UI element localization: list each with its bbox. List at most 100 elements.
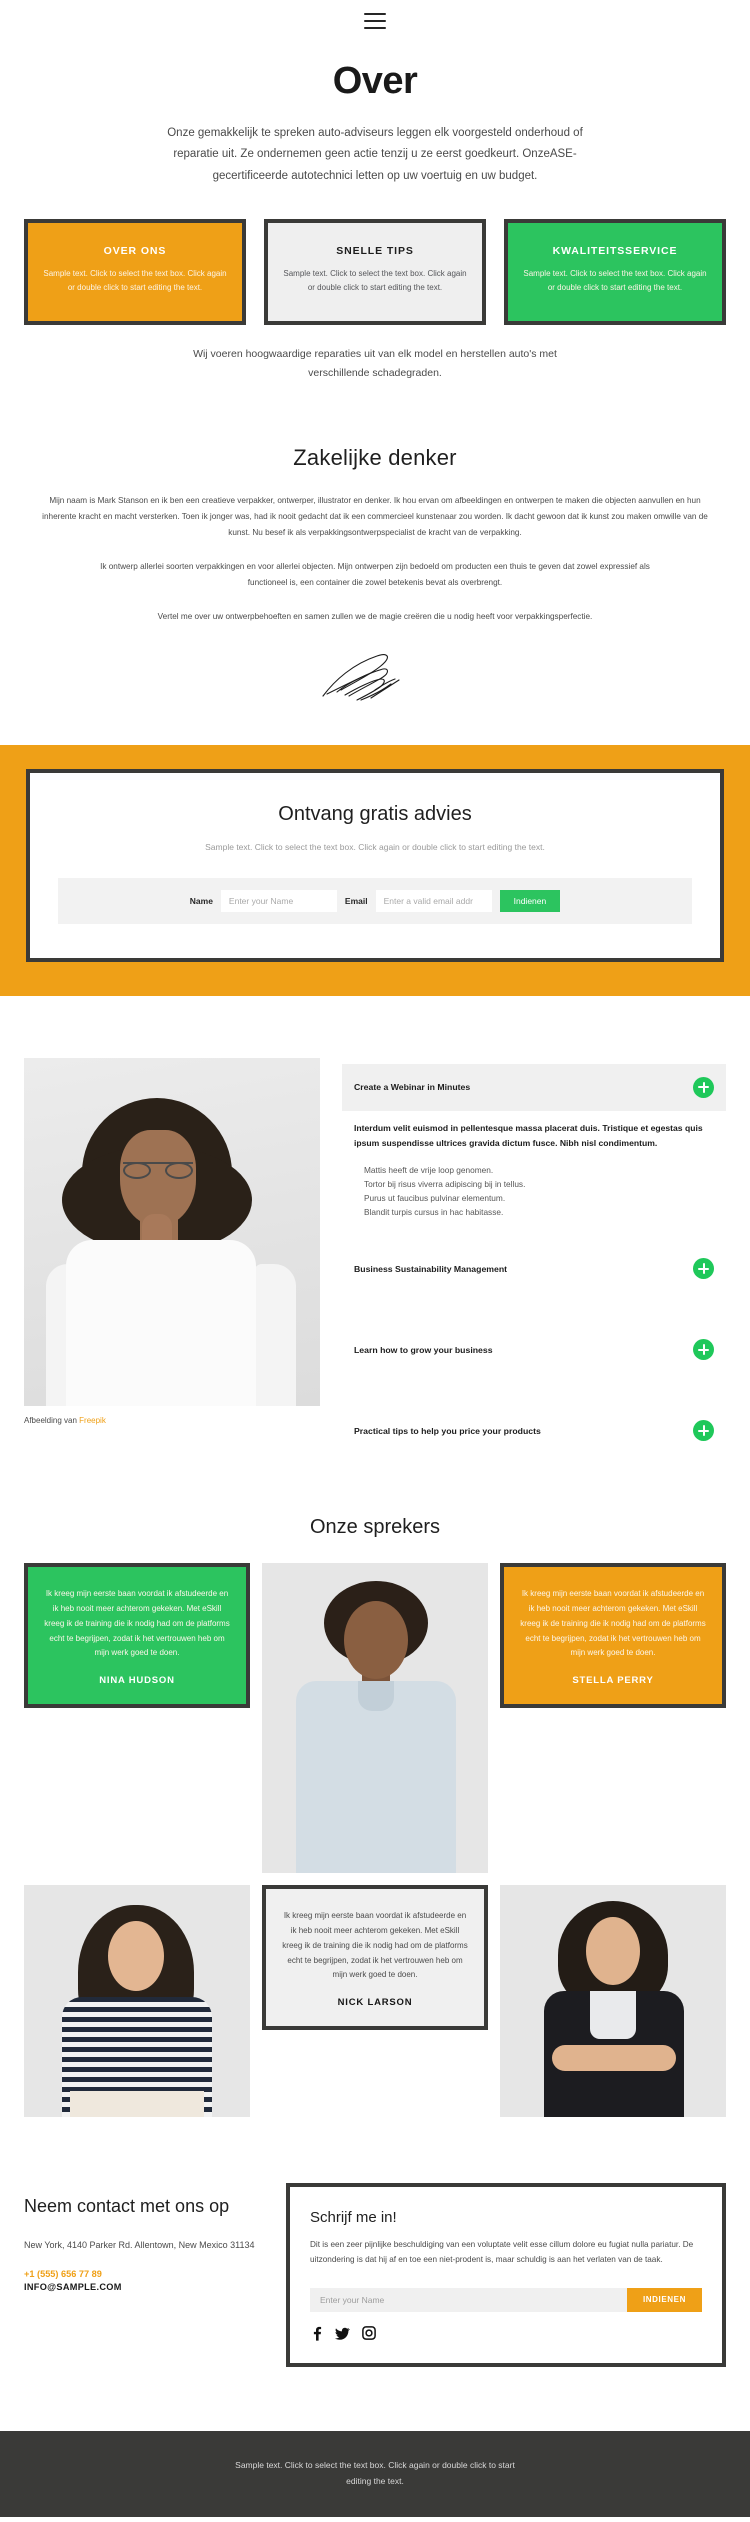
speaker-quote: Ik kreeg mijn eerste baan voordat ik afs… [520,1589,706,1658]
accordion-body-list-item: Mattis heeft de vrije loop genomen. [364,1164,494,1175]
advice-submit-button[interactable]: Indienen [499,889,561,912]
speakers-section: Onze sprekers Ik kreeg mijn eerste baan … [0,1454,750,2118]
subscribe-submit-button[interactable]: INDIENEN [626,2287,702,2312]
feature-card-text: Sample text. Click to select the text bo… [43,268,227,292]
speaker-photo-woman-striped [24,1885,250,2118]
advice-section: Ontvang gratis advies Sample text. Click… [0,745,750,996]
speaker-quote: Ik kreeg mijn eerste baan voordat ik afs… [282,1911,468,1980]
accordion-body-list-item: Tortor bij risus viverra adipiscing bij … [364,1178,526,1189]
twitter-icon[interactable] [335,2326,350,2341]
accordion-item-body: Interdum velit euismod in pellentesque m… [342,1111,726,1245]
footer-text: Sample text. Click to select the text bo… [235,2460,515,2486]
accordion-list: Create a Webinar in Minutes Interdum vel… [342,1058,726,1454]
advice-email-label: Email [344,895,368,906]
accordion-item-title: Business Sustainability Management [354,1263,508,1274]
advice-email-input[interactable] [375,889,492,912]
accordion-section: Afbeelding van Freepik Create a Webinar … [0,996,750,1454]
feature-cards-note: Wij voeren hoogwaardige reparaties uit v… [193,347,557,379]
facebook-icon[interactable] [310,2326,323,2341]
subscribe-text: Dit is een zeer pijnlijke beschuldiging … [310,2240,694,2264]
about-author-paragraph-1: Mijn naam is Mark Stanson en ik ben een … [42,495,708,537]
advice-name-label: Name [189,895,213,906]
feature-card-title: SNELLE TIPS [336,244,414,257]
image-credit: Afbeelding van Freepik [24,1416,320,1425]
photo-arm-right [254,1263,296,1406]
accordion-image-column: Afbeelding van Freepik [24,1057,320,1454]
advice-subtitle: Sample text. Click to select the text bo… [205,842,545,853]
site-footer: Sample text. Click to select the text bo… [0,2430,750,2517]
hero-paragraph: Onze gemakkelijk te spreken auto-adviseu… [167,127,583,182]
feature-card-title: OVER ONS [103,244,167,257]
advice-name-input[interactable] [220,889,337,912]
speaker-card-nina-hudson[interactable]: Ik kreeg mijn eerste baan voordat ik afs… [24,1563,250,1709]
image-credit-link[interactable]: Freepik [79,1416,106,1425]
plus-icon[interactable] [693,1076,714,1098]
subscribe-name-input[interactable] [310,2287,627,2312]
speaker-photo-man [262,1563,488,1874]
accordion-item-sustainability[interactable]: Business Sustainability Management [342,1245,726,1292]
speaker-name: NINA HUDSON [99,1675,175,1687]
advice-form: Name Email Indienen [58,877,692,924]
speakers-grid: Ik kreeg mijn eerste baan voordat ik afs… [0,1563,750,2118]
instagram-icon[interactable] [362,2326,376,2341]
subscribe-title: Schrijf me in! [310,2209,397,2227]
accordion-item-grow-business[interactable]: Learn how to grow your business [342,1326,726,1373]
photo-torso [66,1239,256,1406]
speaker-quote: Ik kreeg mijn eerste baan voordat ik afs… [44,1589,230,1658]
accordion-item-pricing-tips[interactable]: Practical tips to help you price your pr… [342,1407,726,1454]
accordion-body-lead: Interdum velit euismod in pellentesque m… [354,1122,703,1148]
contact-address: New York, 4140 Parker Rd. Allentown, New… [24,2239,255,2250]
hamburger-line [364,20,386,22]
plus-icon[interactable] [693,1339,714,1361]
photo-face [586,1917,640,1986]
social-links [310,2326,702,2341]
feature-card-text: Sample text. Click to select the text bo… [523,268,707,292]
contact-email[interactable]: INFO@SAMPLE.COM [24,2282,264,2292]
speaker-name: NICK LARSON [337,1997,413,2009]
about-author-paragraph-2: Ik ontwerp allerlei soorten verpakkingen… [100,561,650,587]
feature-card-title: KWALITEITSSERVICE [552,244,678,257]
page-root: Over Onze gemakkelijk te spreken auto-ad… [0,0,750,2517]
hamburger-line [364,27,386,29]
image-credit-prefix: Afbeelding van [24,1415,80,1425]
photo-face [108,1921,164,1992]
hamburger-icon[interactable] [364,13,386,29]
feature-card-text: Sample text. Click to select the text bo… [283,268,467,292]
accordion-item-title: Create a Webinar in Minutes [354,1082,471,1093]
accordion-body-list: Mattis heeft de vrije loop genomen. Tort… [354,1163,714,1219]
feature-card-over-ons[interactable]: OVER ONS Sample text. Click to select th… [24,218,246,325]
contact-section: Neem contact met ons op New York, 4140 P… [0,2117,750,2367]
photo-pants [70,2091,204,2118]
accordion-spacer [342,1373,726,1407]
advice-card: Ontvang gratis advies Sample text. Click… [26,769,724,962]
plus-icon[interactable] [693,1258,714,1280]
contact-title: Neem contact met ons op [24,2196,230,2217]
plus-icon[interactable] [693,1420,714,1442]
about-author-section: Zakelijke denker Mijn naam is Mark Stans… [0,383,750,708]
subscribe-form: INDIENEN [310,2287,702,2312]
speaker-name: STELLA PERRY [572,1675,654,1687]
page-title: Over [332,60,418,102]
photo-arms [552,2045,676,2072]
contact-info: Neem contact met ons op New York, 4140 P… [24,2183,264,2292]
accordion-body-list-item: Blandit turpis cursus in hac habitasse. [364,1207,504,1218]
about-author-title: Zakelijke denker [293,444,457,470]
accordion-item-title: Practical tips to help you price your pr… [354,1425,541,1436]
speaker-card-nick-larson[interactable]: Ik kreeg mijn eerste baan voordat ik afs… [262,1885,488,2031]
speakers-title: Onze sprekers [309,1516,441,1539]
hamburger-line [364,13,386,15]
woman-thinking-photo [24,1057,320,1406]
about-author-paragraph-3: Vertel me over uw ontwerpbehoeften en sa… [157,611,593,621]
speaker-card-stella-perry[interactable]: Ik kreeg mijn eerste baan voordat ik afs… [500,1563,726,1709]
hero-section: Over Onze gemakkelijk te spreken auto-ad… [0,42,750,187]
feature-card-kwaliteitsservice[interactable]: KWALITEITSSERVICE Sample text. Click to … [504,218,726,325]
feature-card-snelle-tips[interactable]: SNELLE TIPS Sample text. Click to select… [264,218,486,325]
signature-image [322,654,400,702]
contact-phone[interactable]: +1 (555) 656 77 89 [24,2269,264,2279]
site-header [0,0,750,42]
accordion-item-webinar[interactable]: Create a Webinar in Minutes [342,1063,726,1111]
photo-inner-top [590,1991,636,2040]
accordion-item-title: Learn how to grow your business [354,1344,493,1355]
subscribe-card: Schrijf me in! Dit is een zeer pijnlijke… [286,2183,726,2367]
speaker-photo-woman-dark [500,1885,726,2118]
